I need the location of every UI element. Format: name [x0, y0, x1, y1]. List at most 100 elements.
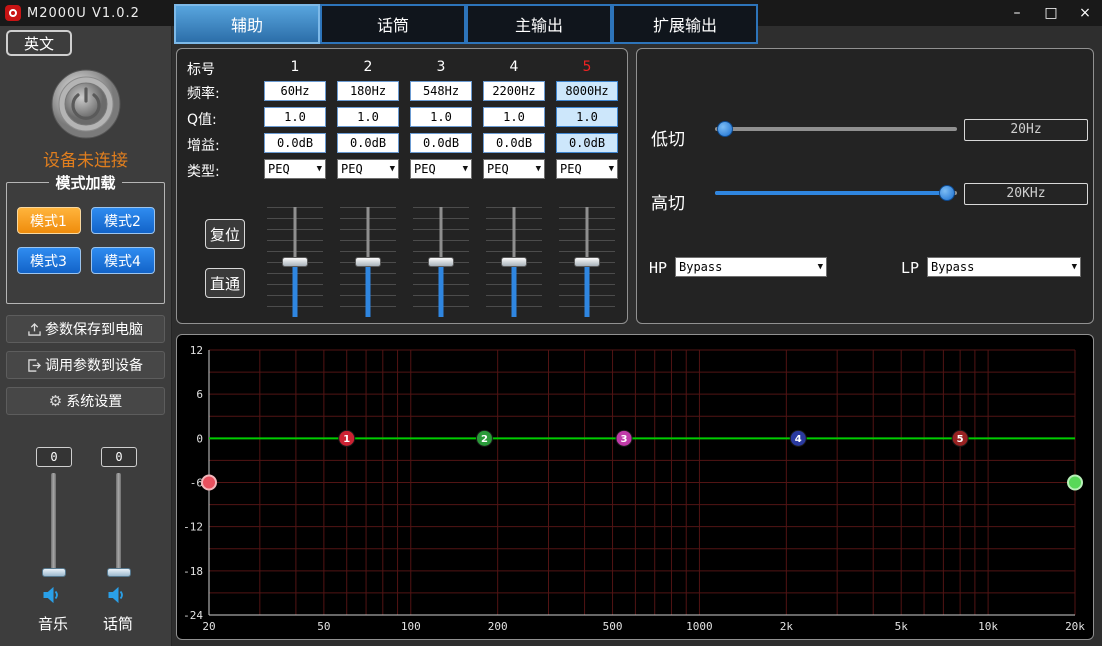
mode-3-button[interactable]: 模式3	[17, 247, 81, 274]
mode-2-button[interactable]: 模式2	[91, 207, 155, 234]
band-5-gain-input[interactable]	[556, 133, 618, 153]
mic-volume-slider[interactable]	[116, 473, 121, 573]
y-axis-tick: -6	[190, 477, 203, 490]
minimize-button[interactable]: –	[1000, 0, 1034, 26]
chevron-down-icon: ▼	[609, 164, 614, 174]
x-axis-tick: 100	[401, 620, 421, 633]
high-cut-slider-thumb[interactable]	[939, 185, 955, 201]
band-2-q-input[interactable]	[337, 107, 399, 127]
x-axis-tick: 500	[603, 620, 623, 633]
lp-filter-value: Bypass	[931, 260, 974, 274]
band-4-slider-thumb[interactable]	[501, 257, 527, 267]
band-5-slider-thumb[interactable]	[574, 257, 600, 267]
response-graph-panel: 1260-6-12-18-24205010020050010002k5k10k2…	[176, 334, 1094, 640]
eq-bands-panel: 标号 频率: Q值: 增益: 类型: 1 2 3 4 5 PEQ▼	[176, 48, 628, 324]
y-axis-tick: -24	[183, 609, 203, 622]
tab-bar: 辅助 话筒 主输出 扩展输出	[174, 4, 758, 44]
band-3-freq-input[interactable]	[410, 81, 472, 101]
high-cut-slider[interactable]	[715, 185, 957, 201]
gear-icon: ⚙	[49, 392, 62, 410]
band-1-type-value: PEQ	[268, 162, 290, 176]
band-1-slider-thumb[interactable]	[282, 257, 308, 267]
save-params-label: 参数保存到电脑	[45, 319, 143, 339]
high-cut-handle[interactable]	[1068, 476, 1082, 490]
tab-aux[interactable]: 辅助	[174, 4, 320, 44]
band-4-freq-input[interactable]	[483, 81, 545, 101]
high-cut-value: 20KHz	[964, 183, 1088, 205]
band-2-type-dropdown[interactable]: PEQ▼	[337, 159, 399, 179]
app-logo-icon	[5, 5, 21, 21]
mode-load-group: 模式加载 模式1 模式2 模式3 模式4	[6, 172, 165, 304]
mode-4-button[interactable]: 模式4	[91, 247, 155, 274]
band-1-number: 1	[264, 59, 326, 75]
q-row-label: Q值:	[187, 109, 217, 129]
freq-row-label: 频率:	[187, 83, 220, 103]
y-axis-tick: 6	[196, 388, 203, 401]
eq-response-chart[interactable]: 1260-6-12-18-24205010020050010002k5k10k2…	[177, 335, 1093, 639]
band-3-gain-input[interactable]	[410, 133, 472, 153]
band-4-q-input[interactable]	[483, 107, 545, 127]
save-params-to-pc-button[interactable]: 参数保存到电脑	[6, 315, 165, 343]
hp-filter-dropdown[interactable]: Bypass ▼	[675, 257, 827, 277]
bypass-button[interactable]: 直通	[205, 268, 245, 298]
band-4-gain-slider[interactable]	[486, 207, 542, 317]
chevron-down-icon: ▼	[390, 164, 395, 174]
band-2-slider-thumb[interactable]	[355, 257, 381, 267]
band-5-q-input[interactable]	[556, 107, 618, 127]
band-4-number: 4	[483, 59, 545, 75]
eq-point-label: 1	[343, 434, 350, 445]
low-cut-slider-thumb[interactable]	[717, 121, 733, 137]
lp-filter-dropdown[interactable]: Bypass ▼	[927, 257, 1081, 277]
language-toggle-button[interactable]: 英文	[6, 30, 72, 56]
band-2-gain-slider[interactable]	[340, 207, 396, 317]
band-1-gain-input[interactable]	[264, 133, 326, 153]
x-axis-tick: 20k	[1065, 620, 1085, 633]
band-4-gain-input[interactable]	[483, 133, 545, 153]
band-3-q-input[interactable]	[410, 107, 472, 127]
power-button[interactable]	[50, 68, 122, 140]
load-params-label: 调用参数到设备	[45, 355, 143, 375]
music-label: 音乐	[23, 613, 83, 634]
band-5-freq-input[interactable]	[556, 81, 618, 101]
band-4-type-value: PEQ	[487, 162, 509, 176]
band-5-gain-slider[interactable]	[559, 207, 615, 317]
band-1-type-dropdown[interactable]: PEQ▼	[264, 159, 326, 179]
band-3-slider-thumb[interactable]	[428, 257, 454, 267]
low-cut-label: 低切	[651, 125, 685, 150]
band-1-freq-input[interactable]	[264, 81, 326, 101]
maximize-button[interactable]: □	[1034, 0, 1068, 26]
x-axis-tick: 50	[317, 620, 330, 633]
device-status: 设备未连接	[0, 146, 171, 171]
tab-mic[interactable]: 话筒	[320, 4, 466, 44]
music-volume-thumb[interactable]	[42, 568, 66, 577]
band-3-type-value: PEQ	[414, 162, 436, 176]
chevron-down-icon: ▼	[536, 164, 541, 174]
load-params-to-device-button[interactable]: 调用参数到设备	[6, 351, 165, 379]
y-axis-tick: -18	[183, 565, 203, 578]
speaker-icon	[43, 587, 63, 607]
tab-ext-output[interactable]: 扩展输出	[612, 4, 758, 44]
type-row-label: 类型:	[187, 161, 220, 181]
low-cut-slider[interactable]	[715, 121, 957, 137]
sidebar: 英文 设备未连接 模式加载 模式1 模式2	[0, 26, 172, 646]
mic-volume-thumb[interactable]	[107, 568, 131, 577]
band-1-q-input[interactable]	[264, 107, 326, 127]
band-1-gain-slider[interactable]	[267, 207, 323, 317]
music-volume-control: 0 音乐	[23, 441, 83, 646]
band-4-type-dropdown[interactable]: PEQ ▼	[483, 159, 545, 179]
band-5-type-dropdown[interactable]: PEQ▼	[556, 159, 618, 179]
system-settings-button[interactable]: ⚙ 系统设置	[6, 387, 165, 415]
mic-volume-control: 0 话筒	[88, 441, 148, 646]
band-3-gain-slider[interactable]	[413, 207, 469, 317]
low-cut-handle[interactable]	[202, 476, 216, 490]
reset-button[interactable]: 复位	[205, 219, 245, 249]
close-button[interactable]: ×	[1068, 0, 1102, 26]
band-3-type-dropdown[interactable]: PEQ▼	[410, 159, 472, 179]
band-2-freq-input[interactable]	[337, 81, 399, 101]
band-2-gain-input[interactable]	[337, 133, 399, 153]
y-axis-tick: 12	[190, 344, 203, 357]
music-volume-slider[interactable]	[51, 473, 56, 573]
chevron-down-icon: ▼	[818, 262, 823, 272]
tab-main-output[interactable]: 主输出	[466, 4, 612, 44]
mode-1-button[interactable]: 模式1	[17, 207, 81, 234]
